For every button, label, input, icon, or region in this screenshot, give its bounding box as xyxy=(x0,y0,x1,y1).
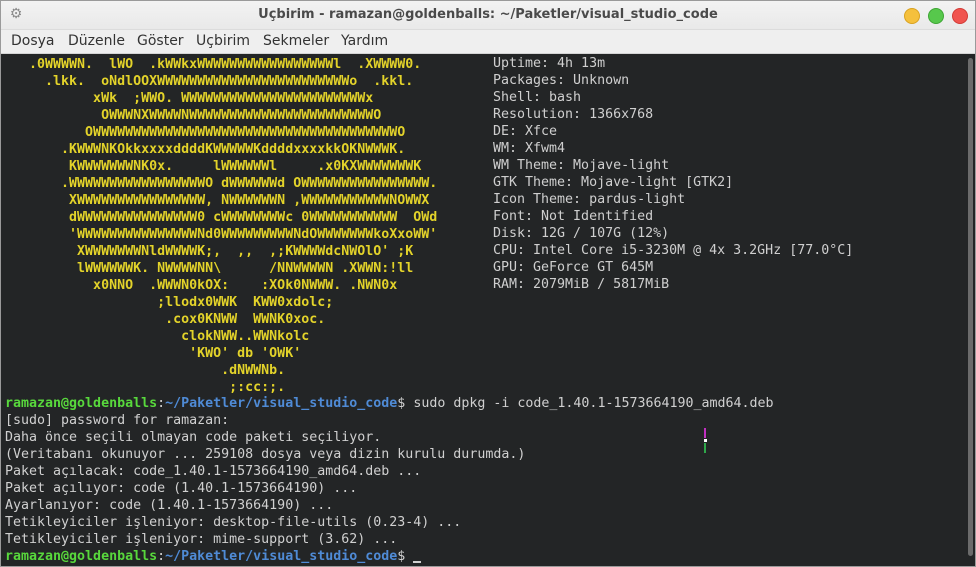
close-button[interactable] xyxy=(952,8,968,24)
ascii-art-line: ;:cc:;. xyxy=(5,380,286,395)
sysinfo-ram: RAM: 2079MiB / 5817MiB xyxy=(493,277,670,292)
ascii-art-line: .0WWWWN. lWO .kWWkxWWWWWWWWWWWWWWWWWl .X… xyxy=(5,57,422,72)
command-text: sudo dpkg -i code_1.40.1-1573664190_amd6… xyxy=(405,396,774,411)
ascii-art-line: OWWWWWWWWWWWWWWWWWWWWWWWWWWWWWWWWWWWWWWO xyxy=(5,125,406,140)
sysinfo-font: Font: Not Identified xyxy=(493,209,654,224)
menu-yardim[interactable]: Yardım xyxy=(341,33,388,49)
ascii-art-line: .KWWWNKOkkxxxxddddKWWWWWKddddxxxxkkOKNWW… xyxy=(5,142,406,157)
menu-bar: Dosya Düzenle Göster Uçbirim Sekmeler Ya… xyxy=(1,30,975,54)
ascii-art-line: XWWWWWWWWWWWWWWWW, NWWWWWWN ,WWWWWWWWWWW… xyxy=(5,193,430,208)
window-title: Uçbirim - ramazan@goldenballs: ~/Paketle… xyxy=(258,7,718,22)
ascii-art-line: OWWWNXWWWWNWWWWWWWWWWWWWWWWWWWWWWWO xyxy=(5,108,382,123)
ascii-art-line: 'WWWWWWWWWWWWWWWNd0WWWWWWWWWNdOWWWWWWWko… xyxy=(5,227,438,242)
sysinfo-packages: Packages: Unknown xyxy=(493,73,630,88)
sysinfo-icon-theme: Icon Theme: pardus-light xyxy=(493,192,686,207)
prompt-separator: : xyxy=(157,396,166,411)
text-cursor xyxy=(413,561,422,563)
title-bar[interactable]: ⚙ Uçbirim - ramazan@goldenballs: ~/Paket… xyxy=(1,1,975,30)
minimize-button[interactable] xyxy=(904,8,920,24)
prompt-user-host: ramazan@goldenballs xyxy=(5,396,158,411)
sysinfo-wm: WM: Xfwm4 xyxy=(493,141,566,156)
sysinfo-gpu: GPU: GeForce GT 645M xyxy=(493,260,654,275)
ascii-art-line: lWWWWWWK. NWWWWNN\ /NNWWWWN .XWWN:!ll xyxy=(5,261,414,276)
prompt-path: ~/Paketler/visual_studio_code xyxy=(165,396,398,411)
output-line: Daha önce seçili olmayan code paketi seç… xyxy=(5,430,382,445)
menu-duzenle[interactable]: Düzenle xyxy=(68,33,125,49)
prompt-path: ~/Paketler/visual_studio_code xyxy=(165,549,398,564)
command-line: ramazan@goldenballs:~/Paketler/visual_st… xyxy=(5,395,774,412)
sysinfo-shell: Shell: bash xyxy=(493,90,582,105)
terminal-output[interactable]: .0WWWWN. lWO .kWWkxWWWWWWWWWWWWWWWWWl .X… xyxy=(2,54,966,566)
sysinfo-de: DE: Xfce xyxy=(493,124,558,139)
output-line: Ayarlanıyor: code (1.40.1-1573664190) ..… xyxy=(5,498,334,513)
menu-sekmeler[interactable]: Sekmeler xyxy=(263,33,329,49)
ascii-art-line: clokNWW..WWNkolc xyxy=(5,329,310,344)
sysinfo-gtk-theme: GTK Theme: Mojave-light [GTK2] xyxy=(493,175,734,190)
ascii-art-line: dWWWWWWWWWWWWWWW0 cWWWWWWWWc 0WWWWWWWWWW… xyxy=(5,210,438,225)
output-line: (Veritabanı okunuyor ... 259108 dosya ve… xyxy=(5,447,526,462)
output-line: Paket açılıyor: code (1.40.1-1573664190)… xyxy=(5,481,358,496)
sysinfo-wm-theme: WM Theme: Mojave-light xyxy=(493,158,670,173)
prompt-user-host: ramazan@goldenballs xyxy=(5,549,158,564)
ascii-art-line: XWWWWWWWNldWWWWK;, ,, ,;KWWWWdcNWOlO' ;K xyxy=(5,244,414,259)
ascii-art-line: .WWWWWWWWWWWWWWWWWO dWWWWWWd OWWWWWWWWWW… xyxy=(5,176,438,191)
output-line: Paket açılacak: code_1.40.1-1573664190_a… xyxy=(5,464,422,479)
sysinfo-resolution: Resolution: 1366x768 xyxy=(493,107,654,122)
scrollbar-thumb[interactable] xyxy=(968,58,973,556)
scrollbar[interactable] xyxy=(966,54,975,566)
ascii-art-line: .dNWWNb. xyxy=(5,363,286,378)
ascii-art-line: .lkk. oNdlOOXWWWWWWWWWWWWWWWWWWWWWWWWo .… xyxy=(5,74,414,89)
prompt-symbol: $ xyxy=(397,549,406,564)
current-prompt-line[interactable]: ramazan@goldenballs:~/Paketler/visual_st… xyxy=(5,548,422,565)
ascii-art-line: xWk ;WWO. WWWWWWWWWWWWWWWWWWWWWWWx xyxy=(5,91,374,106)
ascii-art-line: 'KWO' db 'OWK' xyxy=(5,346,302,361)
ascii-art-line: KWWWWWWWNK0x. lWWWWWWl .x0KXWWWWWWWK xyxy=(5,159,422,174)
menu-ucbirim[interactable]: Uçbirim xyxy=(196,33,250,49)
output-line: Tetikleyiciler işleniyor: desktop-file-u… xyxy=(5,515,462,530)
output-line: Tetikleyiciler işleniyor: mime-support (… xyxy=(5,532,398,547)
mouse-ibeam-cursor-icon xyxy=(704,428,707,454)
sysinfo-disk: Disk: 12G / 107G (12%) xyxy=(493,226,670,241)
menu-goster[interactable]: Göster xyxy=(137,33,184,49)
menu-dosya[interactable]: Dosya xyxy=(11,33,55,49)
ascii-art-line: .cox0KNWW WWNK0xoc. xyxy=(5,312,326,327)
maximize-button[interactable] xyxy=(928,8,944,24)
ascii-art-line: x0NNO .WWWN0kOX: :XOk0NWWW. .NWN0x xyxy=(5,278,398,293)
output-line: [sudo] password for ramazan: xyxy=(5,413,230,428)
sysinfo-uptime: Uptime: 4h 13m xyxy=(493,56,606,71)
prompt-separator: : xyxy=(157,549,166,564)
sysinfo-cpu: CPU: Intel Core i5-3230M @ 4x 3.2GHz [77… xyxy=(493,243,854,258)
ascii-art-line: ;llodx0WWK KWW0xdolc; xyxy=(5,295,334,310)
terminal-window: ⚙ Uçbirim - ramazan@goldenballs: ~/Paket… xyxy=(0,0,976,567)
